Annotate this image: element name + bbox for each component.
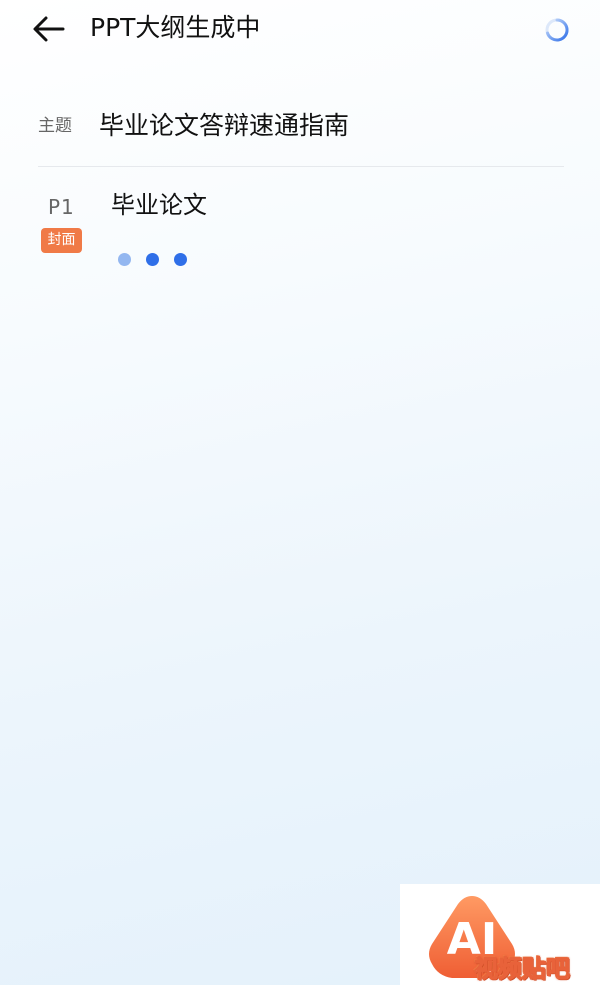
outline-page-item: P1 封面 毕业论文 [38,185,564,285]
typing-dot [118,253,131,266]
typing-dot [174,253,187,266]
app-header: PPT大纲生成中 [0,0,600,58]
arrow-left-icon [33,16,65,42]
page-title: PPT大纲生成中 [90,13,261,42]
topic-row: 主题 毕业论文答辩速通指南 [38,106,564,146]
page-type-badge: 封面 [41,228,82,253]
loading-spinner-icon [543,16,571,44]
page-title-text: 毕业论文 [111,191,207,219]
topic-label: 主题 [38,116,72,136]
back-button[interactable] [28,10,72,48]
divider [38,166,564,167]
watermark-text: 视频贴吧 [474,955,571,984]
topic-value: 毕业论文答辩速通指南 [99,111,350,140]
page-number: P1 [48,195,75,219]
watermark: AI 视频贴吧 [400,884,600,985]
typing-dot [146,253,159,266]
